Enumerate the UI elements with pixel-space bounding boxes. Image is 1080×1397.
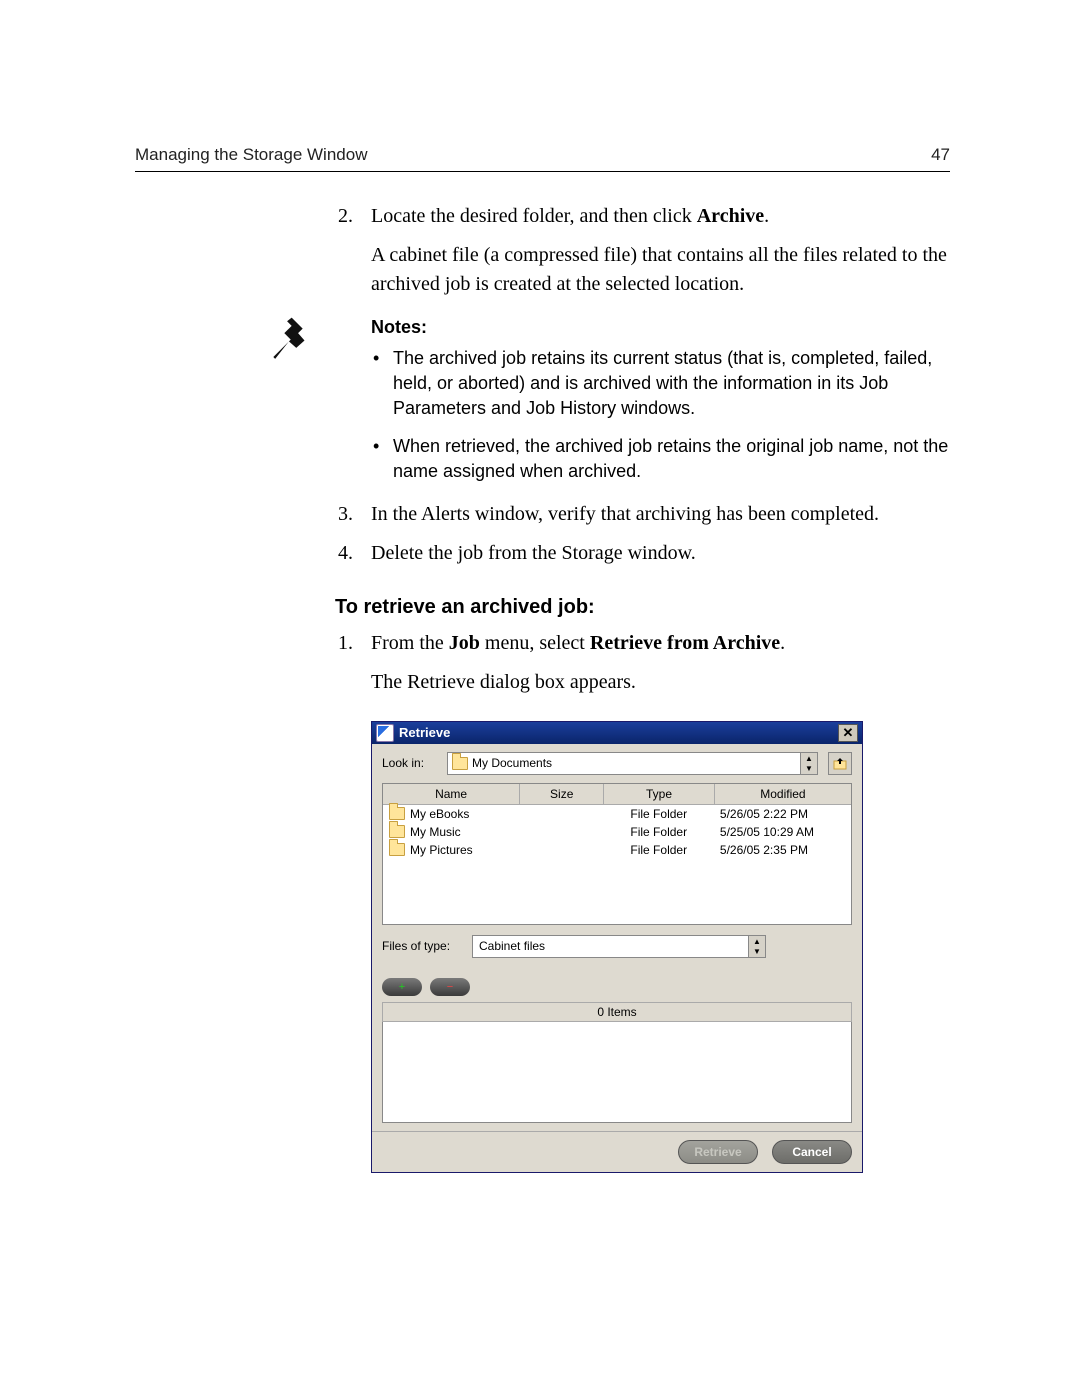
file-modified: 5/26/05 2:22 PM — [714, 805, 851, 823]
go-up-button[interactable] — [828, 752, 852, 775]
page: Managing the Storage Window 47 2. Locate… — [0, 0, 1080, 1397]
combobox-spinner[interactable]: ▲ ▼ — [800, 753, 817, 774]
add-remove-row: + − — [382, 978, 852, 996]
file-type: File Folder — [604, 805, 714, 823]
cancel-button[interactable]: Cancel — [772, 1140, 852, 1164]
folder-up-icon — [833, 756, 847, 770]
close-button[interactable]: ✕ — [838, 724, 858, 742]
step-4: 4. Delete the job from the Storage windo… — [335, 539, 950, 568]
folder-icon — [452, 757, 468, 770]
file-row[interactable]: My eBooks File Folder 5/26/05 2:22 PM — [383, 805, 851, 823]
running-header-title: Managing the Storage Window — [135, 145, 367, 165]
step-2-period: . — [764, 205, 769, 227]
app-icon — [376, 724, 394, 742]
file-row[interactable]: My Music File Folder 5/25/05 10:29 AM — [383, 823, 851, 841]
files-of-type-value: Cabinet files — [479, 939, 545, 953]
folder-icon — [389, 807, 405, 820]
step-2-text: Locate the desired folder, and then clic… — [371, 205, 697, 227]
lookin-value: My Documents — [472, 756, 552, 770]
retrieve-step-1: 1. From the Job menu, select Retrieve fr… — [335, 629, 950, 658]
dialog-button-bar: Retrieve Cancel — [372, 1131, 862, 1172]
file-row[interactable]: My Pictures File Folder 5/26/05 2:35 PM — [383, 841, 851, 859]
step-3: 3. In the Alerts window, verify that arc… — [335, 500, 950, 529]
notes-block: Notes: The archived job retains its curr… — [371, 317, 950, 484]
dialog-body: Look in: My Documents ▲ ▼ — [372, 744, 862, 1131]
notes-item: When retrieved, the archived job retains… — [371, 434, 950, 484]
file-modified: 5/26/05 2:35 PM — [714, 841, 851, 859]
file-size — [520, 841, 603, 859]
step-3-number: 3. — [335, 500, 353, 529]
retrieve-step-1-number: 1. — [335, 629, 353, 658]
file-list[interactable]: Name Size Type Modified My eBooks File F… — [382, 783, 852, 925]
notes-heading: Notes: — [371, 317, 950, 338]
job-bold: Job — [449, 632, 480, 654]
chevron-up-icon: ▲ — [749, 936, 765, 947]
dialog-titlebar: Retrieve ✕ — [372, 722, 862, 744]
file-modified: 5/25/05 10:29 AM — [714, 823, 851, 841]
content-column: 2. Locate the desired folder, and then c… — [335, 202, 950, 1173]
remove-button[interactable]: − — [430, 978, 470, 996]
col-name[interactable]: Name — [383, 784, 520, 804]
file-list-header: Name Size Type Modified — [383, 784, 851, 805]
retrieve-from-archive-bold: Retrieve from Archive — [590, 632, 780, 654]
col-size[interactable]: Size — [520, 784, 604, 804]
col-modified[interactable]: Modified — [715, 784, 851, 804]
step-3-text: In the Alerts window, verify that archiv… — [371, 500, 950, 529]
retrieve-button[interactable]: Retrieve — [678, 1140, 758, 1164]
selection-preview — [382, 1022, 852, 1123]
lookin-label: Look in: — [382, 756, 437, 770]
retrieve-step-1-body: From the Job menu, select Retrieve from … — [371, 629, 950, 658]
retrieve-paragraph: The Retrieve dialog box appears. — [371, 668, 950, 697]
file-size — [520, 823, 603, 841]
close-icon: ✕ — [843, 725, 854, 741]
chevron-down-icon: ▼ — [801, 763, 817, 774]
items-count-bar: 0 Items — [382, 1002, 852, 1022]
add-icon: + — [399, 981, 405, 993]
add-button[interactable]: + — [382, 978, 422, 996]
step-2-number: 2. — [335, 202, 353, 231]
dialog-title: Retrieve — [399, 725, 450, 740]
file-name: My eBooks — [410, 807, 469, 821]
step-4-number: 4. — [335, 539, 353, 568]
step-2-paragraph: A cabinet file (a compressed file) that … — [371, 241, 950, 299]
notes-list: The archived job retains its current sta… — [371, 346, 950, 484]
files-of-type-label: Files of type: — [382, 939, 462, 953]
file-name: My Pictures — [410, 843, 473, 857]
retrieve-subheading: To retrieve an archived job: — [335, 596, 950, 619]
chevron-down-icon: ▼ — [749, 946, 765, 957]
file-type: File Folder — [604, 841, 714, 859]
notes-item: The archived job retains its current sta… — [371, 346, 950, 422]
retrieve-dialog: Retrieve ✕ Look in: My Documents ▲ ▼ — [371, 721, 863, 1173]
col-type[interactable]: Type — [604, 784, 715, 804]
step-2-body: Locate the desired folder, and then clic… — [371, 202, 950, 231]
step-2-bold: Archive — [697, 205, 764, 227]
lookin-combobox[interactable]: My Documents ▲ ▼ — [447, 752, 818, 775]
folder-icon — [389, 843, 405, 856]
file-type: File Folder — [604, 823, 714, 841]
step-4-text: Delete the job from the Storage window. — [371, 539, 950, 568]
file-name: My Music — [410, 825, 461, 839]
combobox-spinner[interactable]: ▲ ▼ — [748, 936, 765, 957]
pushpin-icon — [266, 313, 321, 368]
step-2: 2. Locate the desired folder, and then c… — [335, 202, 950, 231]
running-header: Managing the Storage Window 47 — [135, 145, 950, 172]
files-of-type-combobox[interactable]: Cabinet files ▲ ▼ — [472, 935, 766, 958]
remove-icon: − — [447, 981, 453, 993]
chevron-up-icon: ▲ — [801, 753, 817, 764]
file-size — [520, 805, 603, 823]
page-number: 47 — [931, 145, 950, 165]
folder-icon — [389, 825, 405, 838]
